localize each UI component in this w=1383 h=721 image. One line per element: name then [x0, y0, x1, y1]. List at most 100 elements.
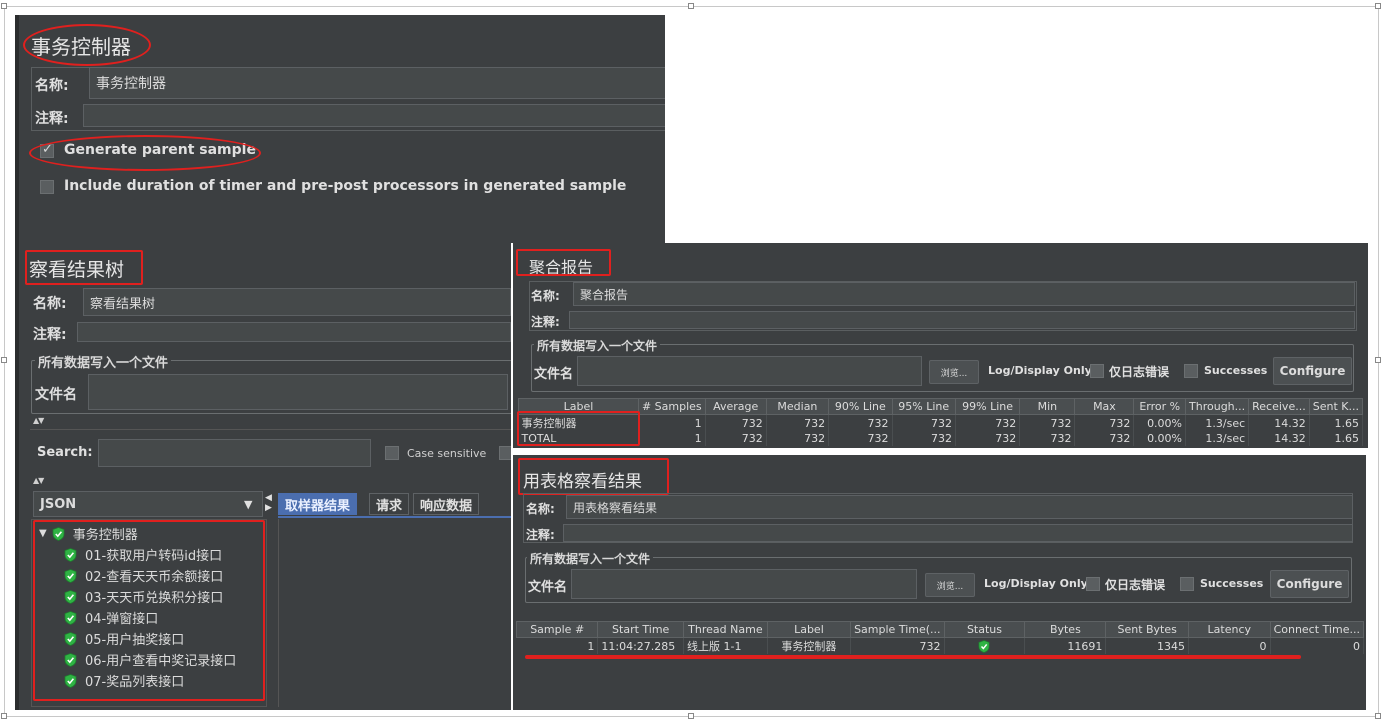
success-shield-icon: [64, 568, 77, 583]
tree-item[interactable]: 06-用户查看中奖记录接口: [64, 650, 236, 669]
column-header[interactable]: Max: [1074, 398, 1135, 415]
comment-label: 注释:: [35, 111, 69, 127]
success-shield-icon: [64, 547, 77, 562]
successes-label: Successes: [1200, 577, 1264, 590]
configure-button[interactable]: Configure: [1270, 570, 1349, 598]
resize-handle[interactable]: [1375, 713, 1381, 719]
column-header[interactable]: Receive...: [1248, 398, 1310, 415]
case-sensitive-checkbox[interactable]: [385, 446, 399, 460]
tree-item[interactable]: 03-天天币兑换积分接口: [64, 587, 223, 606]
column-header[interactable]: 95% Line: [891, 398, 956, 415]
tree-item[interactable]: 01-获取用户转码id接口: [64, 545, 222, 564]
tree-root-item[interactable]: ▼ 事务控制器: [39, 524, 138, 543]
status-cell: [944, 637, 1026, 654]
expand-icon[interactable]: ▼: [39, 528, 47, 539]
table-cell: 14.32: [1248, 414, 1310, 431]
name-field[interactable]: 事务控制器: [89, 67, 665, 99]
file-label: 文件名: [534, 367, 574, 382]
resize-handle[interactable]: [688, 3, 694, 9]
errors-only-checkbox[interactable]: [1090, 364, 1104, 378]
column-header[interactable]: Sent K...: [1308, 398, 1364, 415]
aggregate-report-panel: 聚合报告 名称: 聚合报告 注释: 所有数据写入一个文件 文件名 浏览... L…: [513, 243, 1368, 448]
regex-checkbox[interactable]: [499, 446, 511, 460]
table-cell: 732: [705, 414, 767, 431]
browse-button[interactable]: 浏览...: [929, 360, 979, 384]
highlight-box: [516, 249, 611, 276]
tree-item-label: 07-奖品列表接口: [85, 675, 185, 690]
column-header[interactable]: Latency: [1188, 621, 1271, 638]
renderer-select[interactable]: JSON: [33, 491, 263, 517]
resize-handle[interactable]: [1375, 3, 1381, 9]
column-header[interactable]: # Samples: [637, 398, 706, 415]
highlight-box: [518, 458, 669, 495]
comment-label: 注释:: [526, 528, 555, 542]
column-header[interactable]: 90% Line: [828, 398, 893, 415]
success-shield-icon: [64, 589, 77, 604]
tree-item[interactable]: 02-查看天天币余额接口: [64, 566, 223, 585]
column-header[interactable]: Error %: [1133, 398, 1187, 415]
column-header[interactable]: Status: [943, 621, 1026, 638]
column-header[interactable]: Median: [765, 398, 830, 415]
table-row[interactable]: TOTAL 1 732 732 732 732 732 732 732 0.00…: [518, 431, 1364, 446]
comment-field[interactable]: [563, 524, 1353, 542]
column-header[interactable]: Through...: [1185, 398, 1250, 415]
comment-field[interactable]: [83, 104, 665, 127]
column-header[interactable]: Sent Bytes: [1105, 621, 1190, 638]
file-field[interactable]: [88, 374, 508, 410]
file-field[interactable]: [571, 569, 917, 599]
file-label: 文件名: [35, 387, 77, 403]
chevron-down-icon[interactable]: ▼: [244, 498, 252, 511]
tree-item[interactable]: 05-用户抽奖接口: [64, 629, 184, 648]
table-cell: 732: [766, 414, 830, 431]
search-input[interactable]: [98, 439, 371, 467]
resize-handle[interactable]: [1, 713, 7, 719]
file-field[interactable]: [577, 356, 922, 386]
table-cell: 11691: [1024, 637, 1107, 654]
browse-button[interactable]: 浏览...: [925, 573, 975, 597]
column-header[interactable]: 99% Line: [954, 398, 1021, 415]
tree-item[interactable]: 07-奖品列表接口: [64, 671, 184, 690]
table-cell: 事务控制器: [767, 637, 852, 654]
resize-handle[interactable]: [1, 357, 7, 363]
column-header[interactable]: Average: [704, 398, 767, 415]
column-header[interactable]: Thread Name: [682, 621, 768, 638]
success-shield-icon: [64, 652, 77, 667]
tab-sampler-result[interactable]: 取样器结果: [278, 493, 358, 515]
table-row[interactable]: 1 11:04:27.285 线上版 1-1 事务控制器 732 11691 1…: [516, 637, 1365, 654]
split-arrows-icon[interactable]: ▲▼: [33, 416, 44, 425]
column-header[interactable]: Connect Time...: [1269, 621, 1365, 638]
name-field[interactable]: 察看结果树: [83, 288, 511, 316]
table-cell: 732: [955, 414, 1021, 431]
table-cell: 732: [705, 431, 767, 446]
comment-field[interactable]: [77, 322, 511, 342]
group-title: 所有数据写入一个文件: [534, 337, 661, 354]
column-header[interactable]: Sample Time(...: [850, 621, 945, 638]
resize-handle[interactable]: [1, 3, 7, 9]
resize-handle[interactable]: [1375, 357, 1381, 363]
table-cell: 1.65: [1309, 431, 1364, 446]
column-header[interactable]: Sample #: [515, 621, 599, 638]
successes-checkbox[interactable]: [1180, 577, 1194, 591]
column-header[interactable]: Min: [1019, 398, 1076, 415]
include-duration-checkbox[interactable]: [40, 180, 54, 194]
tree-item[interactable]: 04-弹窗接口: [64, 608, 158, 627]
successes-checkbox[interactable]: [1184, 364, 1198, 378]
split-collapse-icon[interactable]: ◀ ▶: [265, 493, 272, 513]
column-header[interactable]: Start Time: [597, 621, 684, 638]
resize-handle[interactable]: [688, 713, 694, 719]
comment-field[interactable]: [569, 311, 1355, 329]
errors-only-checkbox[interactable]: [1086, 577, 1100, 591]
tab-request[interactable]: 请求: [369, 493, 410, 515]
table-cell: 732: [892, 431, 956, 446]
name-field[interactable]: 聚合报告: [573, 282, 1355, 306]
column-header[interactable]: Bytes: [1024, 621, 1107, 638]
table-cell: 0: [1270, 637, 1365, 654]
split-arrows-icon[interactable]: ▲▼: [33, 476, 44, 485]
configure-button[interactable]: Configure: [1273, 357, 1352, 385]
view-results-tree-panel: 察看结果树 名称: 察看结果树 注释: 所有数据写入一个文件 文件名 ▲▼ Se…: [15, 243, 511, 710]
table-cell: 1: [638, 414, 706, 431]
name-field[interactable]: 用表格察看结果: [566, 495, 1353, 519]
table-row[interactable]: 事务控制器 1 732 732 732 732 732 732 732 0.00…: [518, 414, 1364, 431]
column-header[interactable]: Label: [766, 621, 852, 638]
tab-response-data[interactable]: 响应数据: [413, 493, 480, 515]
